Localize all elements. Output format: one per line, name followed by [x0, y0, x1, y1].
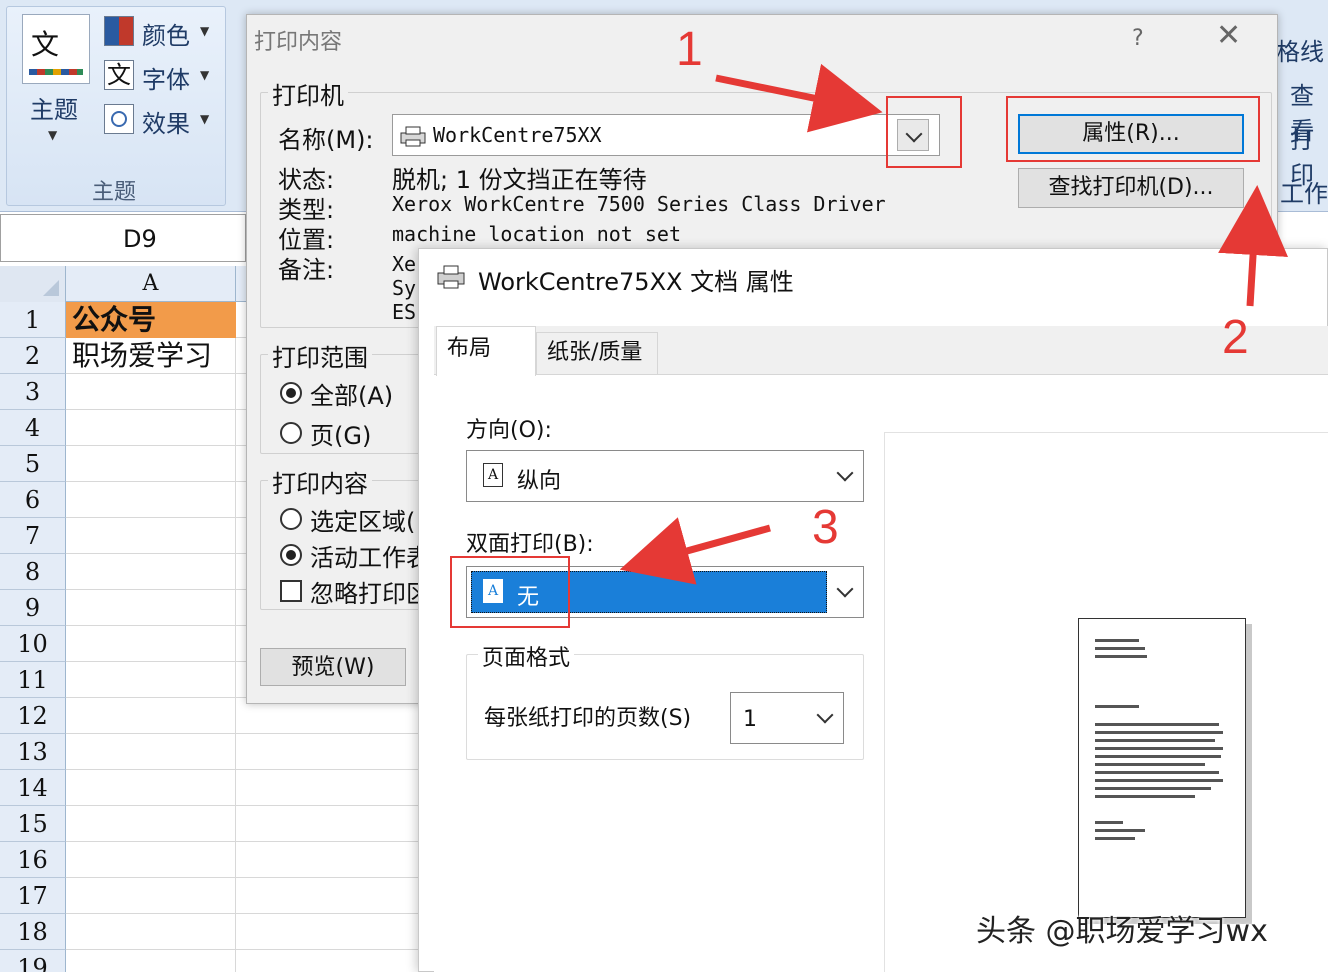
range-pages-radio[interactable] [280, 422, 302, 444]
ignore-print-area-label: 忽略打印区 [310, 580, 430, 608]
properties-dialog-title: WorkCentre75XX 文档 属性 [478, 268, 794, 296]
duplex-label: 双面打印(B): [466, 532, 594, 557]
row-header[interactable]: 4 [0, 410, 66, 446]
row-header[interactable]: 11 [0, 662, 66, 698]
chevron-down-icon [836, 464, 854, 482]
tab-layout[interactable]: 布局 [436, 326, 536, 376]
close-icon[interactable]: ✕ [1216, 18, 1241, 53]
theme-wen-glyph: 文 [31, 28, 60, 61]
comment-value-line: ES [392, 300, 417, 324]
column-header-a[interactable]: A [66, 266, 236, 302]
row-header[interactable]: 8 [0, 554, 66, 590]
annotation-number-2: 2 [1222, 311, 1249, 364]
pages-per-sheet-label: 每张纸打印的页数(S) [484, 706, 692, 731]
annotation-box-duplex [450, 556, 570, 628]
annotation-number-1: 1 [676, 23, 703, 76]
orientation-select[interactable]: A 纵向 [466, 450, 864, 502]
pages-per-sheet-select[interactable]: 1 [730, 692, 844, 744]
row-header[interactable]: 13 [0, 734, 66, 770]
row-header[interactable]: 1 [0, 302, 66, 338]
ignore-print-area-checkbox[interactable] [280, 580, 302, 602]
location-value: machine location not set [392, 222, 681, 246]
theme-button-label: 主题 [30, 96, 78, 124]
content-active-label: 活动工作表 [310, 544, 430, 572]
colors-icon [104, 16, 134, 46]
printer-select[interactable]: WorkCentre75XX [392, 114, 940, 156]
chevron-down-icon [836, 580, 854, 598]
printer-icon [400, 126, 426, 147]
row-header[interactable]: 6 [0, 482, 66, 518]
printer-icon [437, 265, 465, 289]
name-box[interactable]: D9 [0, 214, 246, 262]
effects-button[interactable]: 效果 [142, 104, 190, 139]
cell-a1[interactable]: 公众号 [66, 302, 236, 338]
find-printer-button[interactable]: 查找打印机(D)... [1018, 168, 1244, 208]
colors-button[interactable]: 颜色 [142, 16, 190, 51]
colors-caret-icon: ▼ [200, 24, 210, 38]
row-header[interactable]: 9 [0, 590, 66, 626]
ribbon-right-partial: 格线 查看 打印 工作 [1276, 20, 1328, 210]
ribbon-right-item[interactable]: 工作 [1280, 174, 1328, 209]
annotation-number-3: 3 [812, 501, 839, 554]
chevron-down-icon [816, 706, 834, 724]
theme-caret-icon: ▼ [48, 128, 58, 142]
theme-button[interactable]: 文 [22, 14, 90, 84]
range-all-label: 全部(A) [310, 382, 394, 410]
theme-color-stripe [29, 69, 83, 75]
row-header[interactable]: 16 [0, 842, 66, 878]
range-pages-label: 页(G) [310, 422, 372, 450]
printer-name-label: 名称(M): [278, 126, 374, 154]
row-header[interactable]: 19 [0, 950, 66, 972]
effects-caret-icon: ▼ [200, 112, 210, 126]
effects-icon [104, 104, 134, 134]
printer-group-label: 打印机 [268, 76, 348, 111]
ribbon-right-item[interactable]: 格线 [1276, 32, 1324, 67]
fonts-icon: 文 [104, 60, 134, 90]
content-selection-label: 选定区域( [310, 508, 416, 536]
comment-value-line: Sy [392, 276, 417, 300]
page-preview-thumbnail [1078, 618, 1246, 918]
row-header[interactable]: 3 [0, 374, 66, 410]
select-all-corner[interactable] [0, 266, 66, 302]
print-content-label: 打印内容 [268, 464, 372, 499]
comment-label: 备注: [278, 256, 335, 284]
ribbon-group-title: 主题 [92, 180, 137, 205]
pages-per-sheet-value: 1 [743, 707, 757, 732]
preview-button[interactable]: 预览(W) [260, 648, 406, 686]
row-header[interactable]: 5 [0, 446, 66, 482]
help-button[interactable]: ? [1132, 26, 1144, 51]
row-header[interactable]: 14 [0, 770, 66, 806]
row-header[interactable]: 12 [0, 698, 66, 734]
page-format-label: 页面格式 [478, 640, 575, 672]
annotation-box-properties [1006, 96, 1260, 162]
orientation-value: 纵向 [517, 469, 562, 494]
row-header[interactable]: 2 [0, 338, 66, 374]
row-header[interactable]: 18 [0, 914, 66, 950]
range-all-radio[interactable] [280, 382, 302, 404]
portrait-icon: A [483, 463, 503, 487]
print-range-label: 打印范围 [268, 338, 372, 373]
content-active-radio[interactable] [280, 544, 302, 566]
orientation-label: 方向(O): [466, 418, 552, 443]
tab-paper-quality[interactable]: 纸张/质量 [536, 332, 658, 374]
printer-name-value: WorkCentre75XX [433, 123, 602, 147]
row-header[interactable]: 15 [0, 806, 66, 842]
row-header[interactable]: 17 [0, 878, 66, 914]
content-selection-radio[interactable] [280, 508, 302, 530]
fonts-button[interactable]: 字体 [142, 60, 190, 95]
annotation-box-dropdown [886, 96, 962, 168]
watermark-text: 头条 @职场爱学习wx [976, 914, 1268, 949]
cell-a2[interactable]: 职场爱学习 [66, 338, 266, 374]
comment-value-line: Xe [392, 252, 417, 276]
row-header[interactable]: 7 [0, 518, 66, 554]
row-header[interactable]: 10 [0, 626, 66, 662]
fonts-caret-icon: ▼ [200, 68, 210, 82]
status-value: 脱机; 1 份文挡正在等待 [392, 166, 647, 194]
print-dialog-title: 打印内容 [254, 30, 343, 55]
type-value: Xerox WorkCentre 7500 Series Class Drive… [392, 192, 886, 216]
